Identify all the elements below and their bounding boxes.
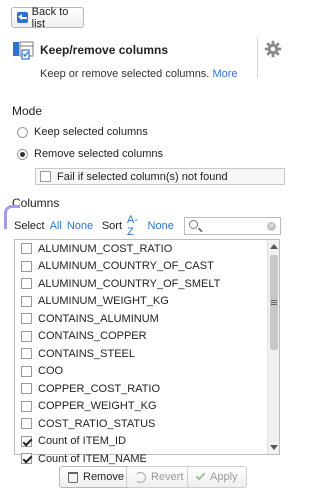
column-list-item[interactable]: ALUMINUM_COST_RATIO <box>15 240 268 258</box>
fail-if-not-found-checkbox[interactable] <box>40 171 51 182</box>
scroll-thumb[interactable] <box>270 255 278 350</box>
recipe-icon <box>13 41 34 60</box>
column-checkbox[interactable] <box>21 418 32 430</box>
column-checkbox[interactable] <box>21 330 32 342</box>
apply-button-label: Apply <box>210 471 238 483</box>
column-checkbox[interactable] <box>21 383 32 395</box>
more-link[interactable]: More <box>212 68 237 80</box>
recipe-title: Keep/remove columns <box>40 43 169 57</box>
sort-label: Sort <box>101 220 123 232</box>
column-list-item[interactable]: COST_RATIO_STATUS <box>15 415 268 433</box>
apply-button[interactable]: Apply <box>187 466 247 488</box>
column-list-rows: ALUMINUM_COST_RATIO ALUMINUM_COUNTRY_OF_C… <box>15 240 268 468</box>
trash-icon <box>68 471 78 483</box>
sort-none-link[interactable]: None <box>148 220 174 232</box>
column-checkbox[interactable] <box>21 313 32 325</box>
remove-button[interactable]: Remove <box>59 466 133 488</box>
column-list-item[interactable]: ALUMINUM_WEIGHT_KG <box>15 293 268 311</box>
column-name: COPPER_COST_RATIO <box>38 382 161 395</box>
clear-icon[interactable]: × <box>267 222 276 231</box>
recipe-description-text: Keep or remove selected columns. <box>40 68 210 80</box>
keep-columns-option[interactable]: Keep selected columns <box>17 126 148 138</box>
sort-az-link[interactable]: A-Z <box>127 214 142 238</box>
mode-label: Mode <box>12 104 43 118</box>
column-checkbox[interactable] <box>21 295 32 307</box>
fail-if-not-found-option[interactable]: Fail if selected column(s) not found <box>35 168 285 185</box>
remove-button-label: Remove <box>83 471 124 483</box>
column-list-item[interactable]: ALUMINUM_COUNTRY_OF_SMELT <box>15 275 268 293</box>
header-divider <box>257 37 258 78</box>
column-checkbox[interactable] <box>21 453 32 465</box>
revert-button[interactable]: Revert <box>126 466 193 488</box>
column-checkbox[interactable] <box>21 243 32 255</box>
column-list-item[interactable]: COPPER_COST_RATIO <box>15 380 268 398</box>
column-checkbox[interactable] <box>21 278 32 290</box>
column-list-item[interactable]: ALUMINUM_COUNTRY_OF_CAST <box>15 258 268 276</box>
column-name: ALUMINUM_COST_RATIO <box>38 242 173 255</box>
column-list-item[interactable]: CONTAINS_STEEL <box>15 345 268 363</box>
column-checkbox[interactable] <box>21 365 32 377</box>
select-label: Select <box>14 220 45 232</box>
column-search-input[interactable]: × <box>183 217 281 235</box>
keep-columns-radio[interactable] <box>17 126 28 138</box>
column-name: ALUMINUM_WEIGHT_KG <box>38 295 169 308</box>
column-list-item[interactable]: Count of ITEM_NAME <box>15 450 268 468</box>
column-list-scrollbar[interactable] <box>267 240 279 454</box>
revert-icon <box>135 471 146 483</box>
column-name: COO <box>38 365 64 378</box>
scroll-up-icon[interactable] <box>270 244 278 249</box>
column-name: ALUMINUM_COUNTRY_OF_CAST <box>38 260 214 273</box>
column-list-item[interactable]: COO <box>15 363 268 381</box>
column-checkbox[interactable] <box>21 400 32 412</box>
remove-columns-radio[interactable] <box>17 148 28 160</box>
column-name: CONTAINS_STEEL <box>38 347 135 360</box>
column-list-item[interactable]: CONTAINS_COPPER <box>15 328 268 346</box>
gear-icon[interactable] <box>264 40 282 58</box>
column-list: ALUMINUM_COST_RATIO ALUMINUM_COUNTRY_OF_C… <box>14 239 280 465</box>
keep-columns-label: Keep selected columns <box>34 126 148 138</box>
column-name: COST_RATIO_STATUS <box>38 417 156 430</box>
recipe-description: Keep or remove selected columns. More <box>40 68 238 80</box>
column-name: CONTAINS_COPPER <box>38 330 147 343</box>
column-list-item[interactable]: COPPER_WEIGHT_KG <box>15 398 268 416</box>
column-name: Count of ITEM_NAME <box>38 452 147 465</box>
revert-button-label: Revert <box>151 471 184 483</box>
column-name: Count of ITEM_ID <box>38 435 127 448</box>
column-name: COPPER_WEIGHT_KG <box>38 400 157 413</box>
select-none-link[interactable]: None <box>67 220 93 232</box>
select-all-link[interactable]: All <box>50 220 62 232</box>
column-checkbox[interactable] <box>21 348 32 360</box>
scroll-down-icon[interactable] <box>270 445 278 450</box>
column-list-item[interactable]: CONTAINS_ALUMINUM <box>15 310 268 328</box>
column-toolbar: Select All None Sort A-Z None × <box>14 213 281 239</box>
back-to-list-button[interactable]: Back to list <box>11 5 84 30</box>
remove-columns-option[interactable]: Remove selected columns <box>17 148 163 160</box>
column-checkbox[interactable] <box>21 260 32 272</box>
check-icon <box>195 470 206 481</box>
search-icon <box>188 220 198 229</box>
column-checkbox[interactable] <box>21 435 32 447</box>
fail-if-not-found-label: Fail if selected column(s) not found <box>57 170 228 183</box>
column-list-item[interactable]: Count of ITEM_ID <box>15 433 268 451</box>
remove-columns-label: Remove selected columns <box>34 148 164 160</box>
back-arrow-icon <box>17 12 28 23</box>
back-to-list-label: Back to list <box>31 5 69 30</box>
column-name: CONTAINS_ALUMINUM <box>38 312 159 325</box>
column-name: ALUMINUM_COUNTRY_OF_SMELT <box>38 277 221 290</box>
